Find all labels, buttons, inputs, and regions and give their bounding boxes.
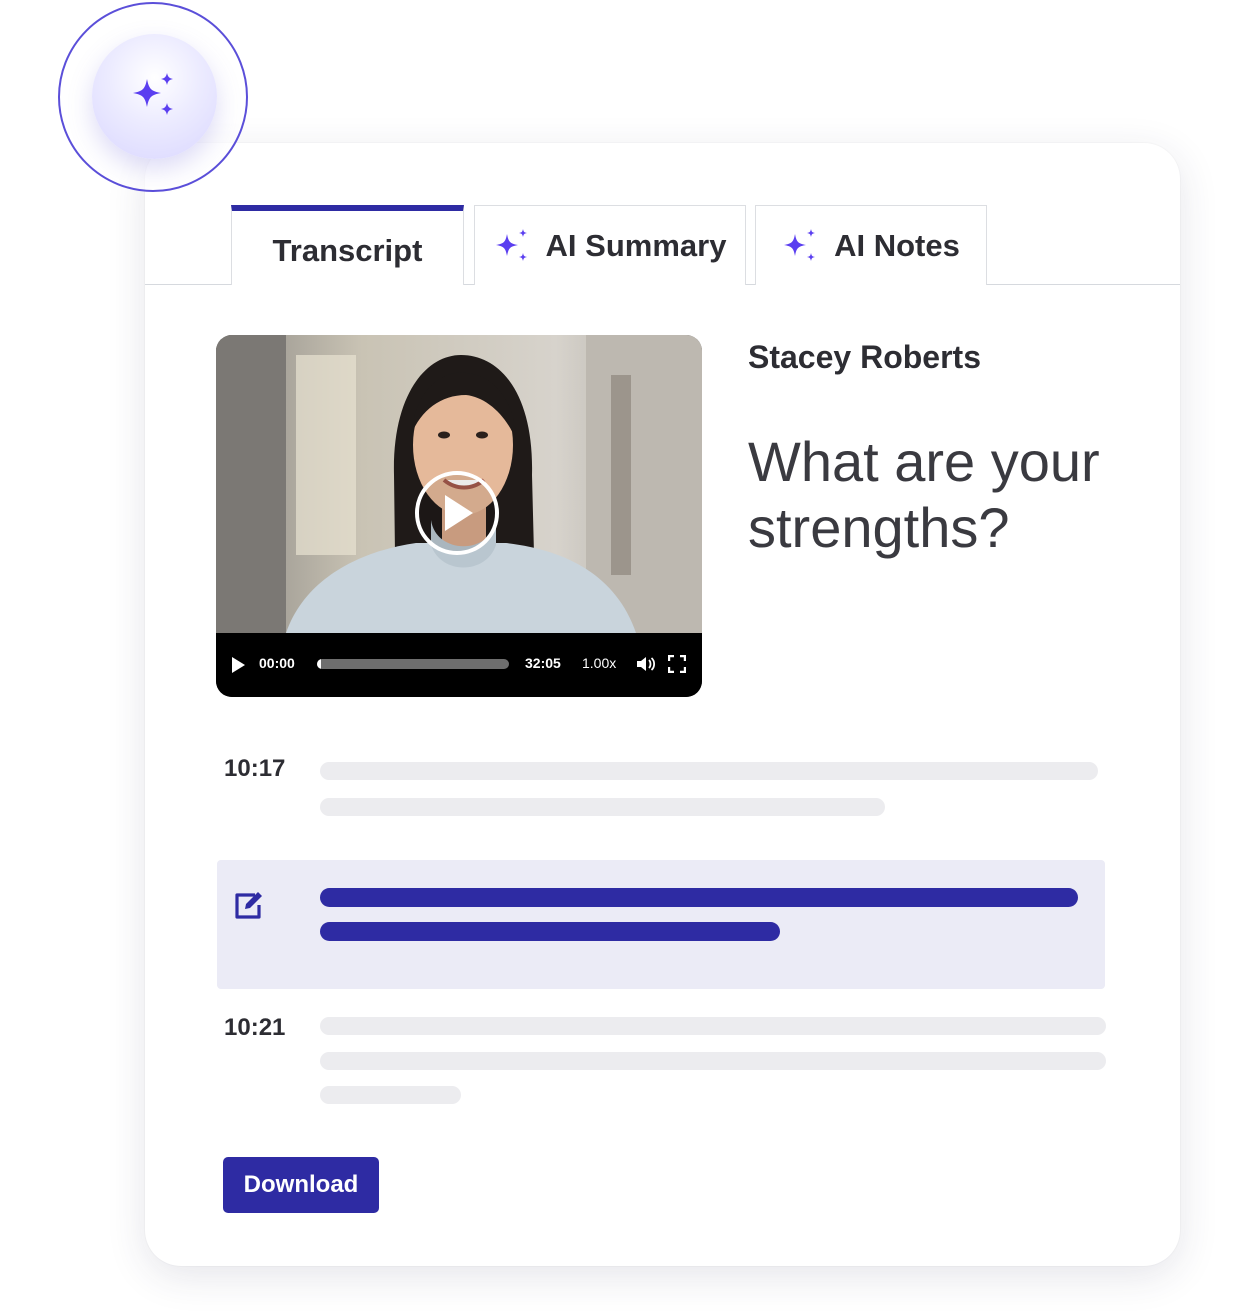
highlighted-text-line bbox=[320, 922, 780, 941]
tab-ai-summary[interactable]: AI Summary bbox=[474, 205, 746, 285]
tab-bar: Transcript AI Summary AI Notes bbox=[145, 203, 1180, 285]
video-controls: 00:00 32:05 1.00x bbox=[216, 633, 702, 697]
transcript-timestamp: 10:17 bbox=[224, 755, 286, 782]
sparkles-icon bbox=[495, 228, 527, 261]
play-icon[interactable] bbox=[232, 657, 245, 673]
highlighted-text-line bbox=[320, 888, 1078, 907]
tab-label: Transcript bbox=[272, 233, 423, 268]
current-time: 00:00 bbox=[259, 655, 295, 671]
play-icon bbox=[445, 495, 473, 531]
progress-bar[interactable] bbox=[317, 659, 509, 669]
tab-transcript[interactable]: Transcript bbox=[231, 205, 464, 285]
ai-badge bbox=[92, 34, 217, 159]
video-player[interactable]: 00:00 32:05 1.00x bbox=[216, 335, 702, 697]
candidate-name: Stacey Roberts bbox=[748, 339, 981, 375]
tab-label: AI Summary bbox=[545, 227, 727, 263]
transcript-text-line bbox=[320, 798, 885, 816]
download-button[interactable]: Download bbox=[223, 1157, 379, 1213]
transcript-text-line bbox=[320, 1017, 1106, 1035]
duration: 32:05 bbox=[525, 655, 561, 671]
interview-card: Transcript AI Summary AI Notes 00:00 32:… bbox=[145, 143, 1180, 1266]
video-frame bbox=[216, 335, 702, 633]
progress-fill bbox=[317, 659, 321, 669]
edit-icon[interactable] bbox=[233, 889, 265, 921]
play-overlay-button[interactable] bbox=[415, 471, 499, 555]
playback-speed[interactable]: 1.00x bbox=[582, 655, 616, 671]
transcript-text-line bbox=[320, 762, 1098, 780]
sparkles-icon bbox=[784, 228, 816, 261]
volume-icon[interactable] bbox=[636, 655, 656, 676]
transcript-text-line bbox=[320, 1052, 1106, 1070]
interview-question: What are your strengths? bbox=[748, 430, 1100, 559]
transcript-timestamp: 10:21 bbox=[224, 1014, 286, 1041]
fullscreen-icon[interactable] bbox=[667, 654, 687, 676]
sparkles-icon bbox=[132, 72, 173, 115]
tab-label: AI Notes bbox=[834, 227, 960, 263]
transcript-text-line bbox=[320, 1086, 461, 1104]
tab-ai-notes[interactable]: AI Notes bbox=[755, 205, 987, 285]
highlighted-transcript-row[interactable] bbox=[217, 860, 1105, 989]
